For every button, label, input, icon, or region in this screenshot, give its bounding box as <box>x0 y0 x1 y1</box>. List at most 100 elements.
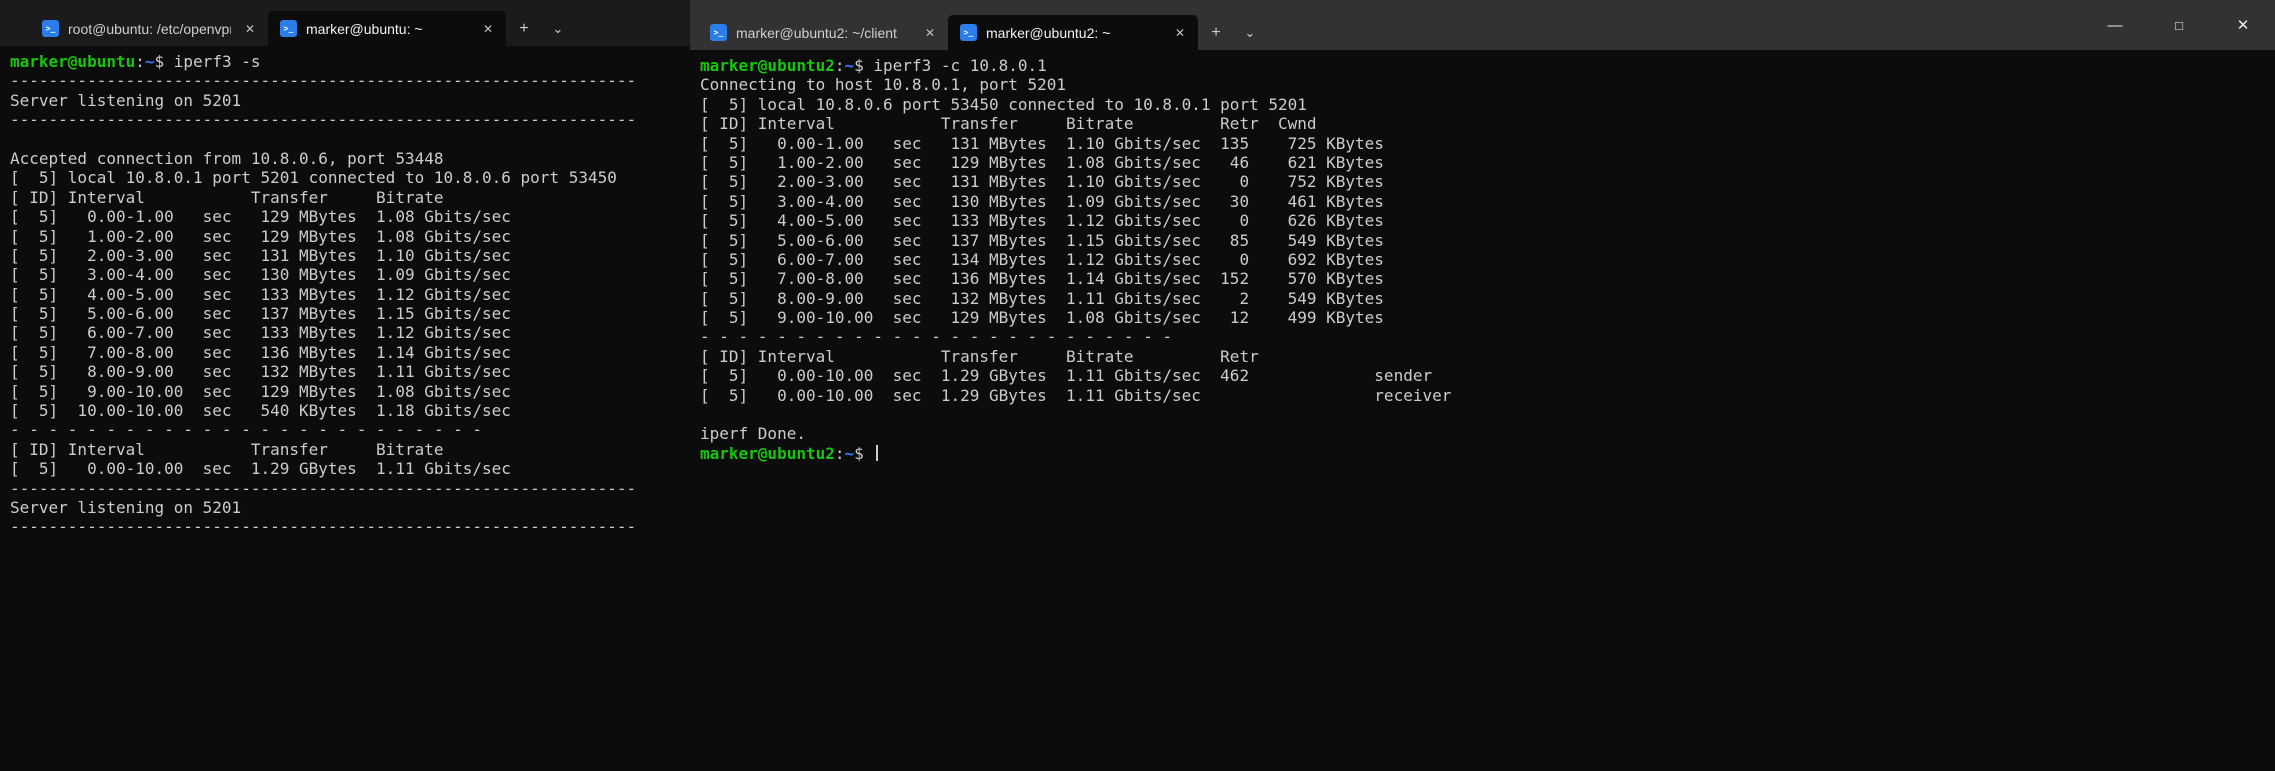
terminal-output-server[interactable]: marker@ubuntu:~$ iperf3 -s--------------… <box>0 46 690 771</box>
terminal-line: ----------------------------------------… <box>10 517 690 536</box>
terminal-text <box>700 405 710 424</box>
terminal-line: [ 5] 5.00-6.00 sec 137 MBytes 1.15 Gbits… <box>10 304 690 323</box>
terminal-text: ----------------------------------------… <box>10 71 636 90</box>
terminal-text: : <box>835 444 845 463</box>
terminal-line: [ 5] local 10.8.0.6 port 53450 connected… <box>700 95 2275 114</box>
tab-title: marker@ubuntu2: ~/client <box>736 25 911 41</box>
terminal-line: [ 5] 3.00-4.00 sec 130 MBytes 1.09 Gbits… <box>700 192 2275 211</box>
maximize-button[interactable]: □ <box>2147 0 2211 50</box>
terminal-text: [ 5] 0.00-1.00 sec 131 MBytes 1.10 Gbits… <box>700 134 1384 153</box>
terminal-text: [ 5] 5.00-6.00 sec 137 MBytes 1.15 Gbits… <box>700 231 1384 250</box>
terminal-text: ~ <box>845 444 855 463</box>
terminal-text: Server listening on 5201 <box>10 498 241 517</box>
terminal-text: Server listening on 5201 <box>10 91 241 110</box>
terminal-line: [ 5] 4.00-5.00 sec 133 MBytes 1.12 Gbits… <box>700 211 2275 230</box>
terminal-text: - - - - - - - - - - - - - - - - - - - - … <box>700 327 1172 346</box>
tab-root-ubuntu-openvpn[interactable]: >_ root@ubuntu: /etc/openvpn ✕ <box>30 11 268 46</box>
terminal-text: [ 5] 0.00-10.00 sec 1.29 GBytes 1.11 Gbi… <box>700 386 1451 405</box>
terminal-output-client[interactable]: marker@ubuntu2:~$ iperf3 -c 10.8.0.1Conn… <box>690 50 2275 771</box>
tab-close-icon[interactable]: ✕ <box>920 25 940 41</box>
terminal-line: - - - - - - - - - - - - - - - - - - - - … <box>10 420 690 439</box>
terminal-line: [ 5] 0.00-10.00 sec 1.29 GBytes 1.11 Gbi… <box>700 366 2275 385</box>
terminal-text: ----------------------------------------… <box>10 517 636 536</box>
tab-marker-ubuntu2-client[interactable]: >_ marker@ubuntu2: ~/client ✕ <box>698 15 948 50</box>
terminal-line: ----------------------------------------… <box>10 479 690 498</box>
terminal-text: : <box>135 52 145 71</box>
terminal-text: [ ID] Interval Transfer Bitrate Retr <box>700 347 1259 366</box>
minimize-button[interactable]: — <box>2083 0 2147 50</box>
terminal-line: [ ID] Interval Transfer Bitrate <box>10 188 690 207</box>
tab-close-icon[interactable]: ✕ <box>478 21 498 37</box>
terminal-text: [ 5] 7.00-8.00 sec 136 MBytes 1.14 Gbits… <box>10 343 511 362</box>
terminal-line: Connecting to host 10.8.0.1, port 5201 <box>700 75 2275 94</box>
terminal-line: [ 5] 3.00-4.00 sec 130 MBytes 1.09 Gbits… <box>10 265 690 284</box>
terminal-text: marker@ubuntu2 <box>700 444 835 463</box>
tab-marker-ubuntu[interactable]: >_ marker@ubuntu: ~ ✕ <box>268 11 506 46</box>
terminal-line: [ 5] 10.00-10.00 sec 540 KBytes 1.18 Gbi… <box>10 401 690 420</box>
terminal-text: [ 5] 0.00-10.00 sec 1.29 GBytes 1.11 Gbi… <box>700 366 1432 385</box>
terminal-text: [ 5] local 10.8.0.1 port 5201 connected … <box>10 168 617 187</box>
terminal-line: [ ID] Interval Transfer Bitrate Retr <box>700 347 2275 366</box>
terminal-line: marker@ubuntu:~$ iperf3 -s <box>10 52 690 71</box>
terminal-text: $ <box>854 444 873 463</box>
terminal-text: - - - - - - - - - - - - - - - - - - - - … <box>10 420 482 439</box>
terminal-window-client: >_ marker@ubuntu2: ~/client ✕ >_ marker@… <box>690 0 2275 771</box>
terminal-text: [ 5] 0.00-10.00 sec 1.29 GBytes 1.11 Gbi… <box>10 459 511 478</box>
terminal-text: iperf Done. <box>700 424 806 443</box>
terminal-line: [ 5] 1.00-2.00 sec 129 MBytes 1.08 Gbits… <box>10 227 690 246</box>
terminal-text <box>10 130 20 149</box>
shell-icon: >_ <box>710 24 727 41</box>
terminal-line: Server listening on 5201 <box>10 498 690 517</box>
terminal-text: $ iperf3 -c 10.8.0.1 <box>854 56 1047 75</box>
terminal-line: [ 5] 0.00-10.00 sec 1.29 GBytes 1.11 Gbi… <box>10 459 690 478</box>
terminal-text: [ 5] 6.00-7.00 sec 133 MBytes 1.12 Gbits… <box>10 323 511 342</box>
terminal-text: [ ID] Interval Transfer Bitrate <box>10 440 443 459</box>
terminal-line: [ 5] 5.00-6.00 sec 137 MBytes 1.15 Gbits… <box>700 231 2275 250</box>
shell-icon: >_ <box>960 24 977 41</box>
terminal-line: marker@ubuntu2:~$ iperf3 -c 10.8.0.1 <box>700 56 2275 75</box>
tab-dropdown-button[interactable]: ⌄ <box>1234 15 1266 50</box>
new-tab-button[interactable]: + <box>506 11 542 46</box>
left-tab-bar: >_ root@ubuntu: /etc/openvpn ✕ >_ marker… <box>0 0 690 46</box>
tab-title: marker@ubuntu2: ~ <box>986 25 1161 41</box>
window-controls: — □ ✕ <box>2083 0 2275 50</box>
terminal-text: Connecting to host 10.8.0.1, port 5201 <box>700 75 1066 94</box>
terminal-line: [ 5] 7.00-8.00 sec 136 MBytes 1.14 Gbits… <box>700 269 2275 288</box>
terminal-text: [ ID] Interval Transfer Bitrate Retr Cwn… <box>700 114 1317 133</box>
new-tab-button[interactable]: + <box>1198 15 1234 50</box>
terminal-text: marker@ubuntu2 <box>700 56 835 75</box>
terminal-text: [ 5] 10.00-10.00 sec 540 KBytes 1.18 Gbi… <box>10 401 511 420</box>
shell-icon: >_ <box>280 20 297 37</box>
terminal-line: [ 5] 4.00-5.00 sec 133 MBytes 1.12 Gbits… <box>10 285 690 304</box>
terminal-line <box>700 405 2275 424</box>
terminal-text: [ 5] 5.00-6.00 sec 137 MBytes 1.15 Gbits… <box>10 304 511 323</box>
terminal-line: [ 5] 2.00-3.00 sec 131 MBytes 1.10 Gbits… <box>10 246 690 265</box>
shell-icon: >_ <box>42 20 59 37</box>
terminal-cursor <box>876 445 878 461</box>
terminal-text: Accepted connection from 10.8.0.6, port … <box>10 149 443 168</box>
tab-title: root@ubuntu: /etc/openvpn <box>68 21 231 37</box>
tab-marker-ubuntu2[interactable]: >_ marker@ubuntu2: ~ ✕ <box>948 15 1198 50</box>
terminal-text: [ 5] 4.00-5.00 sec 133 MBytes 1.12 Gbits… <box>10 285 511 304</box>
terminal-text: [ 5] 8.00-9.00 sec 132 MBytes 1.11 Gbits… <box>10 362 511 381</box>
tab-dropdown-button[interactable]: ⌄ <box>542 11 574 46</box>
terminal-text: : <box>835 56 845 75</box>
terminal-text: ~ <box>145 52 155 71</box>
tab-title: marker@ubuntu: ~ <box>306 21 469 37</box>
terminal-line: [ ID] Interval Transfer Bitrate <box>10 440 690 459</box>
terminal-line: Server listening on 5201 <box>10 91 690 110</box>
tab-close-icon[interactable]: ✕ <box>1170 25 1190 41</box>
tab-close-icon[interactable]: ✕ <box>240 21 260 37</box>
terminal-line: [ 5] 6.00-7.00 sec 134 MBytes 1.12 Gbits… <box>700 250 2275 269</box>
terminal-line: ----------------------------------------… <box>10 110 690 129</box>
terminal-text: [ 5] 3.00-4.00 sec 130 MBytes 1.09 Gbits… <box>10 265 511 284</box>
terminal-text: [ 5] 4.00-5.00 sec 133 MBytes 1.12 Gbits… <box>700 211 1384 230</box>
terminal-line <box>10 130 690 149</box>
terminal-text: [ 5] 9.00-10.00 sec 129 MBytes 1.08 Gbit… <box>700 308 1384 327</box>
close-window-button[interactable]: ✕ <box>2211 0 2275 50</box>
terminal-line: [ 5] 2.00-3.00 sec 131 MBytes 1.10 Gbits… <box>700 172 2275 191</box>
terminal-text: ~ <box>845 56 855 75</box>
right-tab-bar: >_ marker@ubuntu2: ~/client ✕ >_ marker@… <box>690 0 2275 50</box>
terminal-text: [ ID] Interval Transfer Bitrate <box>10 188 443 207</box>
terminal-text: marker@ubuntu <box>10 52 135 71</box>
